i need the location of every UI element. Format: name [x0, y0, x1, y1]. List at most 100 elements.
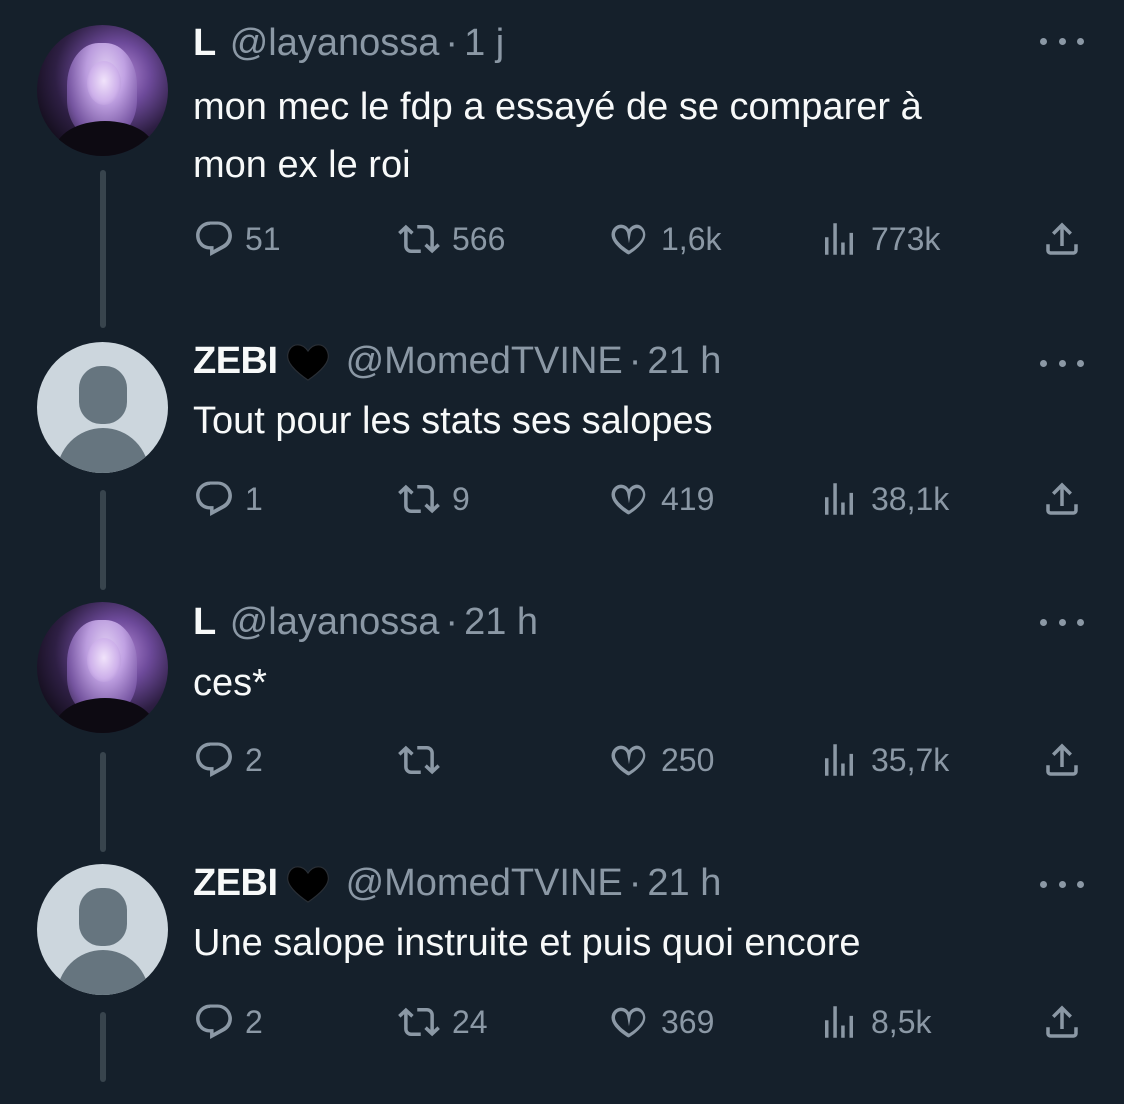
share-icon: [1046, 482, 1078, 515]
reply-count: 1: [245, 480, 263, 517]
views-icon: [825, 744, 853, 776]
retweet-icon: [398, 1007, 440, 1037]
user-handle[interactable]: @layanossa: [230, 601, 440, 644]
timestamp[interactable]: 1 j: [464, 22, 504, 65]
views-icon: [825, 1006, 853, 1038]
heart-icon: [611, 224, 646, 255]
timestamp[interactable]: 21 h: [647, 862, 721, 905]
more-icon[interactable]: [1040, 877, 1084, 891]
tweet-text-line: Une salope instruite et puis quoi encore: [193, 922, 861, 964]
tweet-text: mon mec le fdp a essayé de se comparer à…: [193, 78, 1073, 194]
heart-icon: [611, 1007, 646, 1038]
like-count: 369: [661, 1003, 715, 1040]
tweet-header: L @layanossa · 1 j: [193, 18, 504, 68]
retweet-button[interactable]: 24: [396, 997, 488, 1047]
black-heart-icon: [286, 866, 329, 903]
tweet-text-line: mon ex le roi: [193, 144, 411, 186]
views-button[interactable]: 8,5k: [817, 997, 931, 1047]
reply-button[interactable]: 2: [193, 997, 263, 1047]
black-heart-icon: [286, 344, 329, 381]
share-icon: [1046, 1005, 1078, 1038]
avatar[interactable]: [37, 602, 168, 733]
tweet-header: L @layanossa · 21 h: [193, 597, 538, 647]
share-button[interactable]: [1041, 474, 1083, 524]
retweet-count: 566: [452, 220, 506, 257]
retweet-button[interactable]: [396, 735, 452, 785]
heart-icon: [611, 745, 646, 776]
retweet-icon: [398, 484, 440, 514]
tweet-text: Tout pour les stats ses salopes: [193, 392, 1073, 450]
views-button[interactable]: 38,1k: [817, 474, 949, 524]
tweet[interactable]: L @layanossa · 1 j mon mec le fdp a essa…: [0, 0, 1124, 262]
more-icon[interactable]: [1040, 34, 1084, 48]
display-name[interactable]: L: [193, 22, 216, 65]
retweet-icon: [398, 224, 440, 254]
share-icon: [1046, 222, 1078, 255]
reply-count: 2: [245, 741, 263, 778]
reply-icon: [196, 481, 232, 516]
separator: ·: [628, 861, 642, 904]
reply-button[interactable]: 51: [193, 214, 281, 264]
retweet-count: 9: [452, 480, 470, 517]
reply-button[interactable]: 1: [193, 474, 263, 524]
user-handle[interactable]: @layanossa: [230, 22, 440, 65]
retweet-button[interactable]: 566: [396, 214, 505, 264]
retweet-button[interactable]: 9: [396, 474, 470, 524]
tweet[interactable]: ZEBI @MomedTVINE · 21 h Tout pour les st…: [0, 320, 1124, 582]
user-handle[interactable]: @MomedTVINE: [346, 340, 623, 383]
retweet-icon: [398, 745, 440, 775]
separator: ·: [445, 21, 459, 64]
reply-button[interactable]: 2: [193, 735, 263, 785]
more-icon[interactable]: [1040, 356, 1084, 370]
like-count: 250: [661, 741, 715, 778]
action-bar: 2 250 35,7k: [193, 735, 1093, 785]
view-count: 773k: [871, 220, 941, 257]
default-avatar[interactable]: [37, 864, 168, 995]
reply-icon: [196, 221, 232, 256]
separator: ·: [628, 339, 642, 382]
like-count: 419: [661, 480, 715, 517]
views-button[interactable]: 35,7k: [817, 735, 949, 785]
tweet-header: ZEBI @MomedTVINE · 21 h: [193, 336, 721, 386]
avatar[interactable]: [37, 25, 168, 156]
display-name[interactable]: L: [193, 601, 216, 644]
share-button[interactable]: [1041, 735, 1083, 785]
reply-thread: L @layanossa · 1 j mon mec le fdp a essa…: [0, 0, 1124, 1082]
action-bar: 2 24 369 8,5k: [193, 997, 1093, 1047]
reply-count: 51: [245, 220, 281, 257]
reply-count: 2: [245, 1003, 263, 1040]
like-button[interactable]: 419: [607, 474, 714, 524]
like-button[interactable]: 369: [607, 997, 714, 1047]
views-icon: [825, 223, 853, 255]
action-bar: 51 566 1,6k 773k: [193, 214, 1093, 264]
tweet-text: Une salope instruite et puis quoi encore: [193, 914, 1073, 972]
like-button[interactable]: 1,6k: [607, 214, 721, 264]
timestamp[interactable]: 21 h: [464, 601, 538, 644]
tweet-text-line: ces*: [193, 662, 267, 704]
more-icon[interactable]: [1040, 615, 1084, 629]
tweet-text: ces*: [193, 654, 1073, 712]
share-button[interactable]: [1041, 214, 1083, 264]
tweet[interactable]: L @layanossa · 21 h ces* 2 250 35,7k: [0, 580, 1124, 842]
like-count: 1,6k: [661, 220, 722, 257]
tweet-text-line: Tout pour les stats ses salopes: [193, 400, 713, 442]
tweet-header: ZEBI @MomedTVINE · 21 h: [193, 858, 721, 908]
view-count: 38,1k: [871, 480, 950, 517]
tweet[interactable]: ZEBI @MomedTVINE · 21 h Une salope instr…: [0, 842, 1124, 1104]
display-name[interactable]: ZEBI: [193, 340, 278, 383]
retweet-count: 24: [452, 1003, 488, 1040]
user-handle[interactable]: @MomedTVINE: [346, 862, 623, 905]
views-button[interactable]: 773k: [817, 214, 940, 264]
display-name[interactable]: ZEBI: [193, 862, 278, 905]
share-icon: [1046, 743, 1078, 776]
like-button[interactable]: 250: [607, 735, 714, 785]
view-count: 35,7k: [871, 741, 950, 778]
views-icon: [825, 483, 853, 515]
tweet-text-line: mon mec le fdp a essayé de se comparer à: [193, 86, 922, 128]
view-count: 8,5k: [871, 1003, 932, 1040]
default-avatar[interactable]: [37, 342, 168, 473]
timestamp[interactable]: 21 h: [647, 340, 721, 383]
share-button[interactable]: [1041, 997, 1083, 1047]
heart-icon: [611, 484, 646, 515]
reply-icon: [196, 1004, 232, 1039]
